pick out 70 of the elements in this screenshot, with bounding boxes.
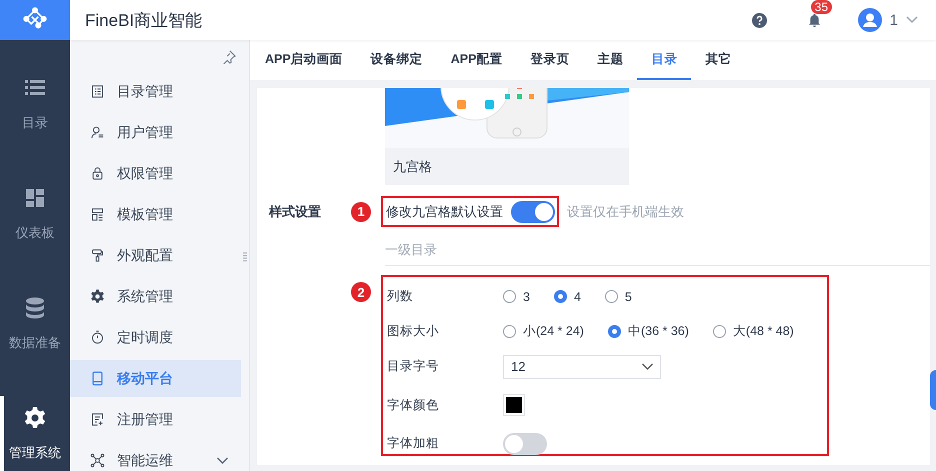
menu-item[interactable]: 权限管理 [70,155,241,192]
field-label: 目录字号 [387,358,440,375]
radio-button[interactable] [554,290,567,303]
radio-button[interactable] [604,290,618,303]
radio-button[interactable] [503,325,516,338]
step-marker: 2 [351,282,371,302]
drag-handle-icon[interactable] [243,252,247,262]
menu-item[interactable]: 系统管理 [70,278,241,315]
field-label: 图标大小 [387,323,440,340]
radio-button[interactable] [503,290,516,303]
nav-item[interactable]: 仪表板 [0,176,70,286]
gear-icon [90,289,105,304]
catalog-icon [90,84,105,99]
pin-icon[interactable] [222,50,236,64]
chevron-icon [641,362,654,370]
lock-icon [90,166,105,181]
tab[interactable]: 主题 [583,40,638,80]
step-marker: 1 [351,202,371,222]
app-title: FineBI商业智能 [85,10,202,32]
network-icon [90,453,105,468]
menu-item[interactable]: 模板管理 [70,196,241,233]
radio-button[interactable] [712,325,726,338]
toggle-switch[interactable] [503,432,547,454]
user-icon [90,125,105,140]
timer-icon [90,330,105,345]
template-icon [90,207,105,222]
radio-option[interactable]: 3 [503,290,530,304]
radio-option[interactable]: 小(24 * 24) [503,323,584,340]
tab[interactable]: 设备绑定 [356,40,437,80]
menu-item[interactable]: 用户管理 [70,114,241,151]
tab[interactable]: 其它 [691,40,746,80]
menu-item[interactable]: 目录管理 [70,73,241,110]
toggle-label: 修改九宫格默认设置 [386,202,503,220]
nav-item[interactable]: 数据准备 [0,286,70,396]
field-label: 字体颜色 [387,396,440,414]
menu-item[interactable]: 智能运维 [70,442,241,471]
database-icon [23,296,47,320]
radio-option[interactable]: 4 [554,290,581,304]
menu-item[interactable]: 定时调度 [70,319,241,356]
tab[interactable]: APP启动画面 [251,40,357,80]
user-name[interactable]: 1 [890,12,898,28]
section-title: 一级目录 [385,241,930,266]
caret-icon[interactable] [906,16,918,24]
toggle-switch[interactable] [511,200,555,222]
field-label: 样式设置 [268,202,322,220]
field-label: 字体加粗 [387,435,440,452]
radio-option[interactable]: 大(48 * 48) [712,323,794,340]
tab[interactable]: 登录页 [516,40,584,80]
tab[interactable]: 目录 [637,40,692,80]
radio-button[interactable] [608,325,621,338]
tab[interactable]: APP配置 [436,40,516,80]
dashboard-icon [23,186,47,210]
paint-roller-icon [90,248,105,263]
bell-icon[interactable] [806,12,822,28]
phone-icon [90,371,105,386]
radio-option[interactable]: 5 [604,290,632,304]
help-icon[interactable] [752,12,767,28]
preview-caption: 九宫格 [385,148,629,185]
nav-item[interactable]: 目录 [0,66,70,176]
hint-text: 设置仅在手机端生效 [567,202,684,220]
menu-item[interactable]: 外观配置 [70,237,241,274]
register-icon [90,412,105,427]
floating-button[interactable] [930,370,936,410]
font-size-select[interactable]: 12 [503,354,661,378]
radio-option[interactable]: 中(36 * 36) [608,323,689,340]
notification-badge: 35 [810,0,832,14]
gear-icon [23,406,47,430]
avatar-icon[interactable] [858,8,882,32]
menu-item[interactable]: 注册管理 [70,401,241,438]
field-label: 列数 [387,288,414,305]
